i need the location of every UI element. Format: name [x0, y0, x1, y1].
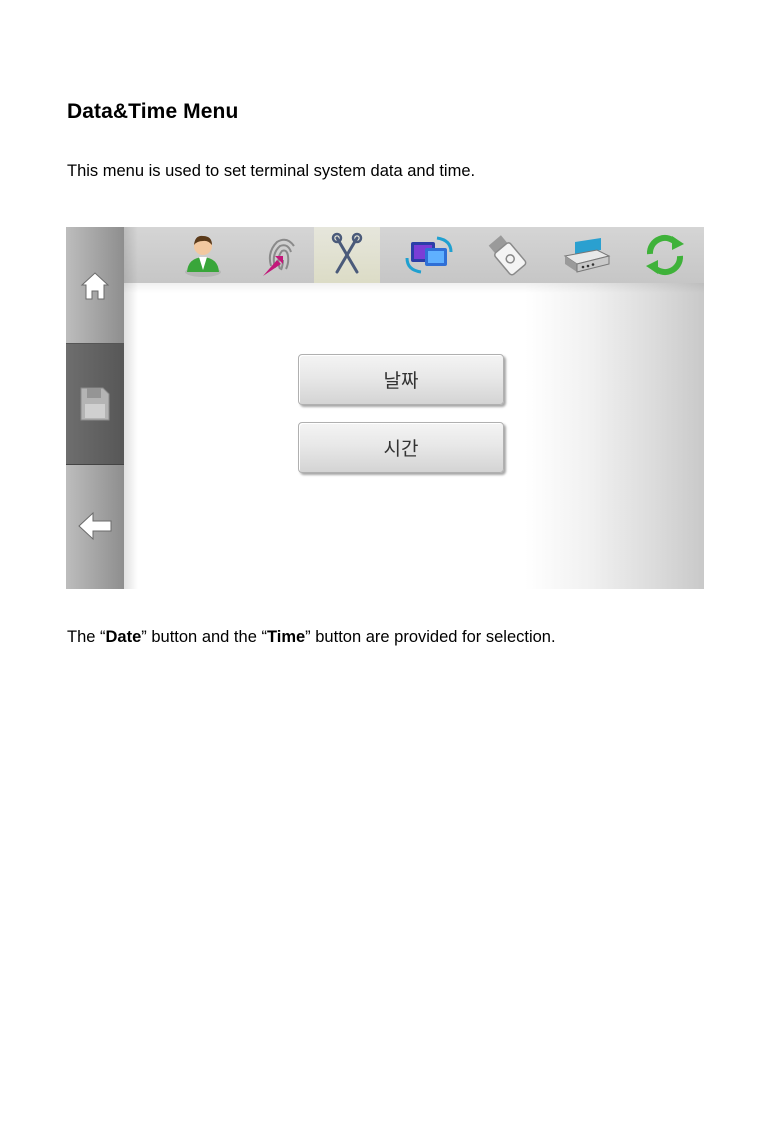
tab-usb[interactable] — [474, 227, 540, 283]
back-arrow-icon — [78, 511, 112, 541]
tools-icon — [331, 232, 363, 274]
home-button[interactable] — [66, 227, 124, 343]
tab-fingerprint[interactable] — [248, 227, 314, 283]
page-title: Data&Time Menu — [67, 100, 239, 123]
tab-tools[interactable] — [314, 227, 380, 283]
refresh-icon — [646, 234, 684, 276]
tab-printer[interactable] — [554, 227, 620, 283]
caption-text: The “Date” button and the “Time” button … — [67, 628, 556, 646]
home-icon — [80, 272, 110, 300]
tab-network[interactable] — [396, 227, 462, 283]
tab-user[interactable] — [170, 227, 236, 283]
user-icon — [185, 235, 221, 277]
network-icon — [405, 236, 453, 274]
time-word: Time — [266, 628, 306, 646]
fingerprint-icon — [263, 238, 295, 276]
save-button[interactable] — [66, 343, 124, 465]
back-button[interactable] — [66, 463, 124, 589]
intro-text: This menu is used to set terminal system… — [67, 162, 476, 180]
time-button[interactable]: 시간 — [298, 422, 504, 473]
device-screenshot: 날짜 시간 — [66, 227, 704, 589]
usb-icon — [488, 235, 527, 276]
printer-icon — [563, 238, 611, 273]
tab-refresh[interactable] — [632, 227, 698, 283]
date-word: Date — [105, 628, 142, 646]
date-button[interactable]: 날짜 — [298, 354, 504, 405]
save-icon — [80, 387, 110, 421]
